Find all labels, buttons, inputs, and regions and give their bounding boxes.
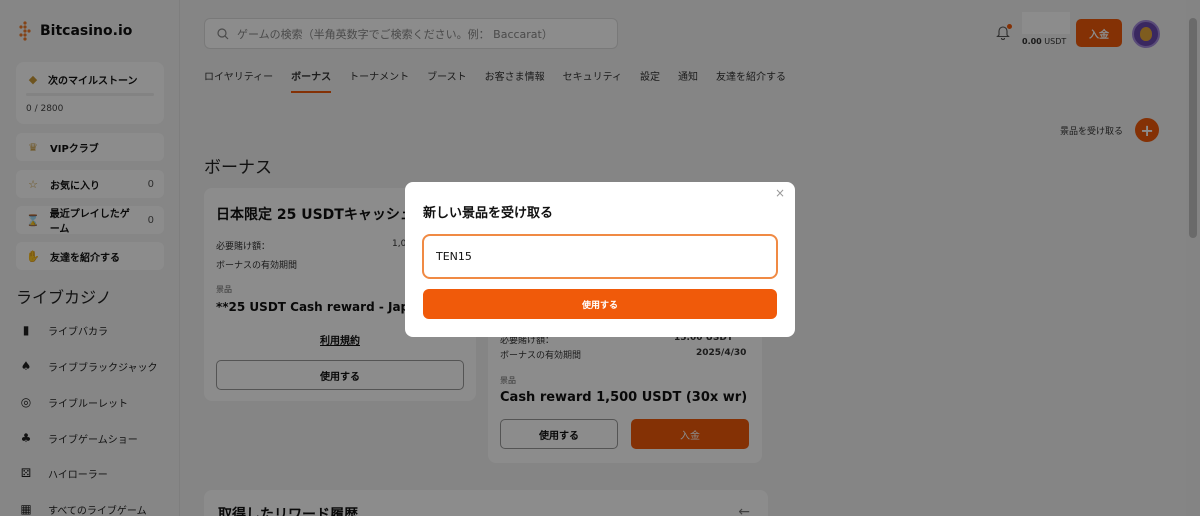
use-button[interactable]: 使用する [423, 289, 777, 319]
modal-title: 新しい景品を受け取る [423, 206, 554, 221]
claim-prize-modal: × 新しい景品を受け取る 使用する [405, 182, 795, 337]
close-icon[interactable]: × [773, 186, 787, 200]
prize-code-input[interactable] [422, 234, 778, 279]
